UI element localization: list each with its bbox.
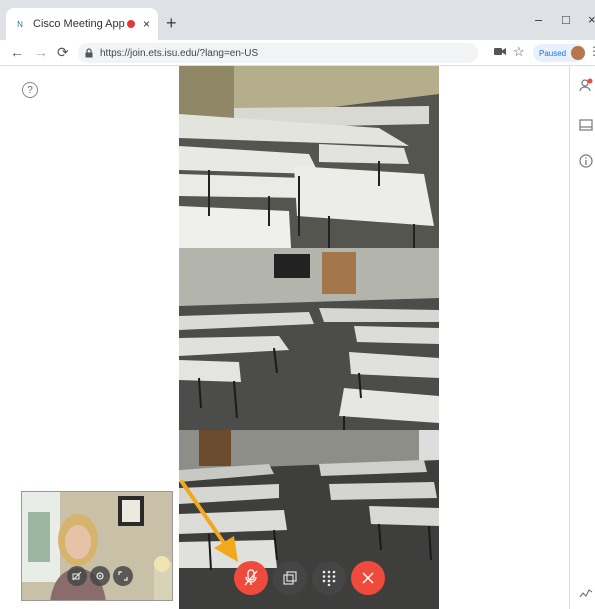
forward-arrow-icon[interactable]: → [34, 44, 48, 60]
window-minimize-button[interactable]: – [535, 12, 542, 27]
close-icon [362, 572, 374, 584]
tab-title: Cisco Meeting App [33, 18, 125, 30]
browser-toolbar: ← → ⟳ https://join.ets.isu.edu/?lang=en-… [0, 40, 595, 66]
classroom-video-2 [179, 248, 439, 430]
profile-paused-button[interactable]: Paused [533, 44, 585, 62]
layout-icon[interactable] [579, 118, 593, 132]
bookmark-star-icon[interactable]: ☆ [513, 44, 525, 60]
leave-call-button[interactable] [351, 561, 385, 595]
tab-close-icon[interactable]: × [143, 17, 150, 31]
browser-menu-icon[interactable]: ⋮ [588, 44, 595, 58]
cisco-favicon-icon: N [17, 19, 23, 29]
recording-indicator-icon [126, 20, 135, 28]
mic-off-icon [244, 569, 258, 586]
camera-off-icon [72, 571, 82, 581]
lock-icon [85, 48, 93, 58]
share-screen-button[interactable] [273, 561, 307, 595]
participant-video-1 [179, 66, 439, 248]
dialpad-button[interactable] [312, 561, 346, 595]
help-icon[interactable]: ? [22, 82, 38, 98]
self-view-video[interactable] [21, 491, 173, 601]
back-arrow-icon[interactable]: ← [10, 44, 24, 60]
dialpad-icon [322, 570, 336, 586]
network-stats-icon[interactable] [579, 586, 593, 600]
browser-tab-strip: N Cisco Meeting App × + – □ × [0, 0, 595, 40]
self-view-expand-button[interactable] [113, 566, 133, 586]
info-icon[interactable] [579, 154, 593, 168]
self-view-settings-button[interactable] [90, 566, 110, 586]
profile-status-label: Paused [539, 48, 567, 58]
tab-cisco-meeting-app[interactable]: N Cisco Meeting App × [6, 8, 158, 40]
classroom-video-1 [179, 66, 439, 248]
annotation-arrow [180, 480, 238, 562]
camera-in-use-icon[interactable] [494, 47, 506, 56]
expand-icon [118, 571, 128, 581]
profile-avatar [571, 46, 585, 60]
participant-video-2 [179, 248, 439, 430]
settings-icon [96, 572, 104, 580]
right-side-rail [569, 66, 595, 609]
reload-icon[interactable]: ⟳ [57, 44, 69, 60]
participants-icon[interactable] [579, 78, 593, 92]
window-close-button[interactable]: × [588, 12, 595, 27]
self-view-camera-button[interactable] [67, 566, 87, 586]
new-tab-button[interactable]: + [166, 14, 177, 32]
screen-share-icon [283, 571, 297, 585]
address-bar[interactable]: https://join.ets.isu.edu/?lang=en-US [78, 43, 478, 63]
address-url: https://join.ets.isu.edu/?lang=en-US [100, 47, 259, 59]
window-maximize-button[interactable]: □ [562, 12, 570, 27]
